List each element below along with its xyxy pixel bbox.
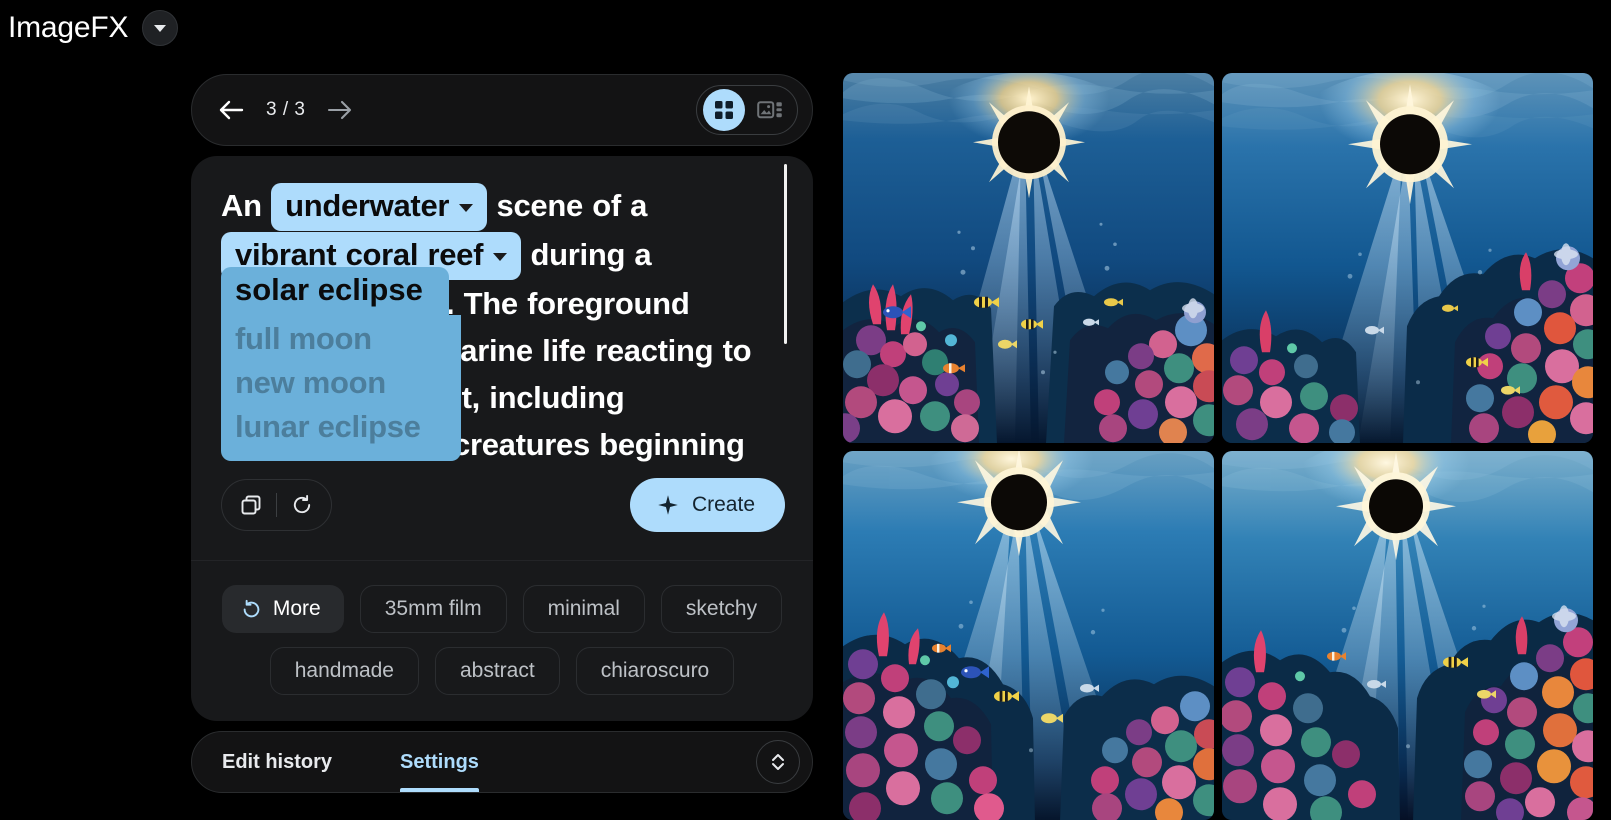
generated-image-4[interactable] bbox=[1222, 450, 1593, 820]
arrow-right-icon bbox=[328, 100, 352, 120]
underwater-eclipse-image-3 bbox=[843, 450, 1214, 820]
chip-label: underwater bbox=[285, 188, 450, 223]
chip-label: solar eclipse bbox=[235, 272, 423, 307]
style-chip-more[interactable]: More bbox=[221, 585, 344, 633]
dropdown-option-full-moon[interactable]: full moon bbox=[235, 317, 447, 361]
style-suggestions: More 35mm film minimal sketchy handmade … bbox=[191, 560, 813, 721]
prompt-text-1: scene of a bbox=[496, 188, 648, 223]
back-button[interactable] bbox=[218, 97, 244, 123]
prompt-text-3: . The foreground bbox=[446, 286, 690, 321]
prompt-action-row: Create bbox=[191, 472, 813, 560]
divider bbox=[276, 493, 277, 517]
style-chip-sketchy[interactable]: sketchy bbox=[660, 585, 783, 633]
triangle-down-icon bbox=[154, 24, 167, 32]
style-chip-minimal[interactable]: minimal bbox=[522, 585, 645, 633]
style-chip-row-2: handmade abstract chiaroscuro bbox=[217, 647, 787, 695]
reset-button[interactable] bbox=[279, 482, 325, 528]
prompt-text-6: creatures beginning bbox=[453, 427, 745, 462]
create-button[interactable]: Create bbox=[629, 478, 785, 532]
prompt-text-5: nt, including bbox=[443, 380, 625, 415]
refresh-icon bbox=[243, 599, 260, 617]
generated-image-2[interactable] bbox=[1222, 73, 1593, 443]
style-chip-handmade[interactable]: handmade bbox=[269, 647, 419, 695]
grid-view-button[interactable] bbox=[703, 89, 745, 131]
prompt-prefix: An bbox=[221, 188, 262, 223]
refresh-reset-icon bbox=[293, 494, 311, 514]
left-panel: 3 / 3 An underwater scene of a vibrant c… bbox=[191, 74, 813, 793]
sparkle-icon bbox=[658, 495, 678, 515]
prompt-tools-group bbox=[221, 479, 332, 531]
image-detail-view-icon bbox=[757, 101, 782, 119]
dropdown-option-lunar-eclipse[interactable]: lunar eclipse bbox=[235, 405, 447, 449]
prompt-text-2: during a bbox=[530, 237, 652, 272]
page-counter: 3 / 3 bbox=[266, 99, 306, 120]
app-header: ImageFX bbox=[0, 0, 840, 56]
generated-image-grid bbox=[843, 73, 1593, 820]
prompt-chip-solar-eclipse[interactable]: solar eclipse bbox=[221, 267, 449, 315]
style-chip-row-1: More 35mm film minimal sketchy bbox=[217, 585, 787, 633]
expand-collapse-chevrons-icon bbox=[772, 754, 784, 770]
style-chip-abstract[interactable]: abstract bbox=[434, 647, 560, 695]
style-chip-35mm-film[interactable]: 35mm film bbox=[359, 585, 507, 633]
prompt-text-4: marine life reacting to bbox=[433, 333, 752, 368]
navigation-card: 3 / 3 bbox=[191, 74, 813, 146]
prompt-card: An underwater scene of a vibrant coral r… bbox=[191, 156, 813, 721]
copy-icon bbox=[241, 495, 261, 515]
dropdown-option-new-moon[interactable]: new moon bbox=[235, 361, 447, 405]
tab-edit-history[interactable]: Edit history bbox=[222, 732, 332, 792]
chevron-down-icon bbox=[493, 252, 508, 261]
create-button-label: Create bbox=[691, 493, 755, 516]
generated-image-1[interactable] bbox=[843, 73, 1214, 443]
grid-view-icon bbox=[715, 101, 733, 119]
view-toggle-group bbox=[696, 85, 798, 135]
arrow-left-icon bbox=[219, 100, 244, 120]
imagefx-app: ImageFX 3 / 3 An underwater scene of a v… bbox=[0, 0, 1611, 820]
forward-button[interactable] bbox=[327, 97, 353, 123]
prompt-chip-underwater[interactable]: underwater bbox=[271, 183, 488, 231]
generated-image-3[interactable] bbox=[843, 450, 1214, 820]
expand-panel-button[interactable] bbox=[756, 740, 800, 784]
chevron-down-icon bbox=[459, 203, 474, 212]
chip-dropdown-menu: full moon new moon lunar eclipse bbox=[221, 315, 461, 461]
brand-menu-button[interactable] bbox=[142, 10, 179, 46]
style-chip-label: More bbox=[272, 597, 321, 620]
page-title: ImageFX bbox=[8, 11, 129, 44]
underwater-eclipse-image-2 bbox=[1222, 73, 1593, 443]
bottom-tabs-card: Edit history Settings bbox=[191, 731, 813, 793]
prompt-scrollbar[interactable] bbox=[784, 164, 787, 344]
underwater-eclipse-image-4 bbox=[1222, 450, 1593, 820]
prompt-chip-solar-eclipse-wrapper: solar eclipse full moon new moon lunar e… bbox=[221, 267, 461, 461]
copy-button[interactable] bbox=[228, 482, 274, 528]
tab-settings[interactable]: Settings bbox=[400, 732, 479, 792]
prompt-editor[interactable]: An underwater scene of a vibrant coral r… bbox=[191, 156, 813, 472]
style-chip-chiaroscuro[interactable]: chiaroscuro bbox=[575, 647, 735, 695]
navigation-controls: 3 / 3 bbox=[218, 97, 353, 123]
underwater-eclipse-image-1 bbox=[843, 73, 1214, 443]
detail-view-button[interactable] bbox=[749, 89, 791, 131]
